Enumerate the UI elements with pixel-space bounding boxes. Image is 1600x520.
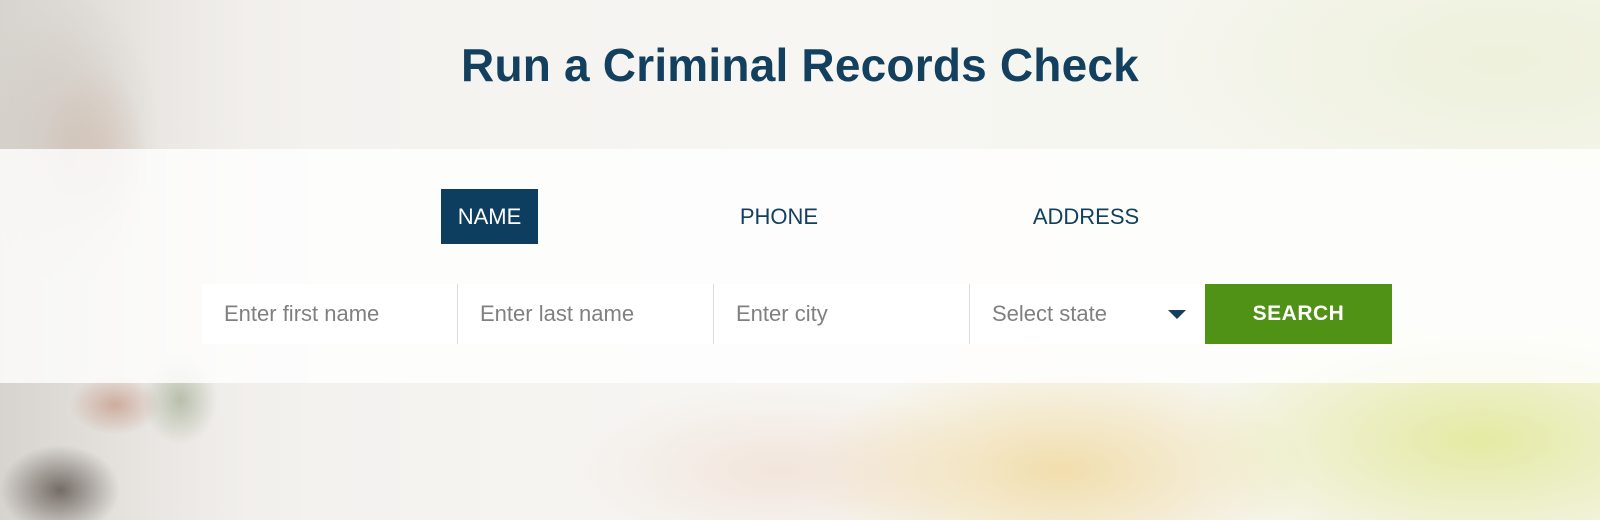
first-name-input[interactable]: [202, 284, 457, 344]
state-select-value: Select state: [992, 301, 1107, 326]
tab-address[interactable]: ADDRESS: [1024, 189, 1148, 244]
city-input[interactable]: [714, 284, 969, 344]
last-name-input[interactable]: [458, 284, 713, 344]
search-button[interactable]: SEARCH: [1205, 284, 1392, 344]
page-title: Run a Criminal Records Check: [461, 39, 1139, 91]
search-panel: [0, 149, 1600, 383]
hero-section: Run a Criminal Records Check NAME PHONE …: [0, 0, 1600, 520]
state-select[interactable]: Select state: [970, 284, 1204, 344]
caret-down-icon: [1168, 310, 1186, 319]
tab-name[interactable]: NAME: [441, 189, 538, 244]
tab-phone[interactable]: PHONE: [718, 189, 840, 244]
